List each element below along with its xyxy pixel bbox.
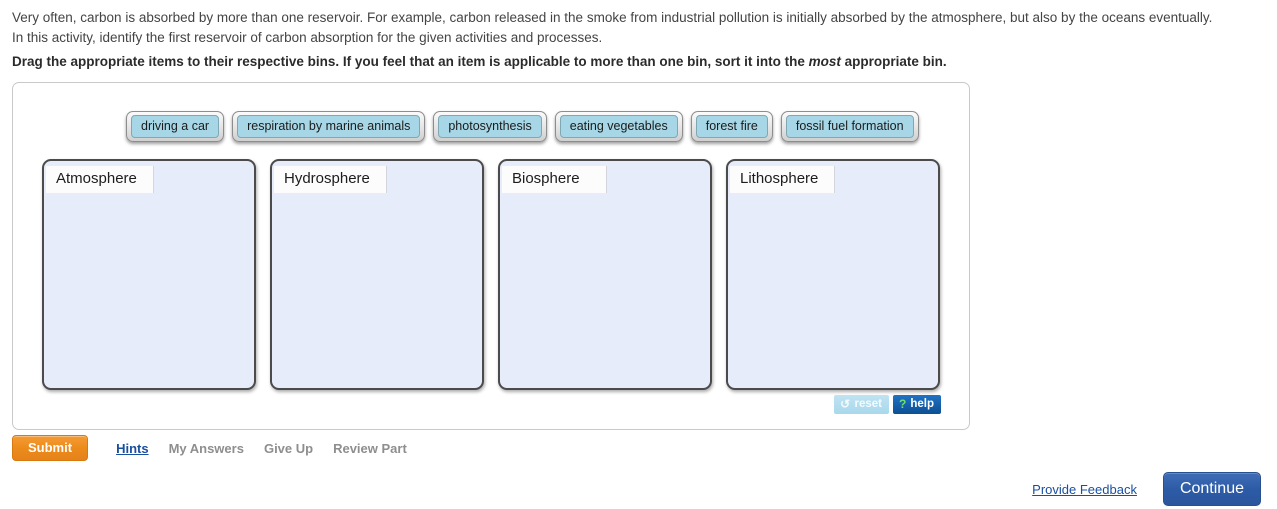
reset-button-label: reset	[854, 398, 883, 410]
draggable-item-label: driving a car	[131, 115, 220, 138]
intro-paragraph: Very often, carbon is absorbed by more t…	[12, 10, 1213, 45]
activity-tools: ↻ reset ? help	[834, 395, 941, 414]
action-bar: Submit Hints My Answers Give Up Review P…	[12, 435, 407, 461]
draggable-item-label: forest fire	[695, 115, 768, 138]
instruction-text-after: appropriate bin.	[840, 54, 947, 69]
help-button[interactable]: ? help	[893, 395, 941, 414]
draggable-items-row: driving a car respiration by marine anim…	[126, 111, 919, 142]
activity-panel: driving a car respiration by marine anim…	[12, 82, 970, 430]
drop-bin-contents[interactable]	[500, 194, 710, 388]
drop-bin-lithosphere[interactable]: Lithosphere	[726, 159, 940, 390]
instruction-text: Drag the appropriate items to their resp…	[12, 53, 1232, 71]
footer-bar: Provide Feedback Continue	[1032, 472, 1261, 506]
draggable-item[interactable]: respiration by marine animals	[232, 111, 426, 142]
drop-bin-biosphere[interactable]: Biosphere	[498, 159, 712, 390]
drop-bin-contents[interactable]	[272, 194, 482, 388]
hints-link[interactable]: Hints	[116, 441, 149, 456]
help-button-label: help	[910, 398, 934, 410]
instruction-emphasis: most	[808, 54, 841, 69]
draggable-item[interactable]: fossil fuel formation	[780, 111, 919, 142]
drop-bin-label: Lithosphere	[730, 166, 836, 193]
draggable-item[interactable]: forest fire	[690, 111, 773, 142]
draggable-item[interactable]: driving a car	[126, 111, 225, 142]
instruction-text-before: Drag the appropriate items to their resp…	[12, 54, 809, 69]
draggable-item-label: fossil fuel formation	[785, 115, 914, 138]
draggable-item[interactable]: photosynthesis	[433, 111, 547, 142]
give-up-link[interactable]: Give Up	[264, 441, 313, 456]
question-mark-icon: ?	[899, 397, 907, 411]
drop-bin-contents[interactable]	[44, 194, 254, 388]
drop-bin-contents[interactable]	[728, 194, 938, 388]
drop-bin-label: Hydrosphere	[274, 166, 387, 193]
review-part-link[interactable]: Review Part	[333, 441, 407, 456]
drop-bin-label: Atmosphere	[46, 166, 154, 193]
draggable-item-label: respiration by marine animals	[237, 115, 421, 138]
drop-bin-hydrosphere[interactable]: Hydrosphere	[270, 159, 484, 390]
submit-button[interactable]: Submit	[12, 435, 89, 461]
continue-button[interactable]: Continue	[1162, 472, 1261, 506]
my-answers-link[interactable]: My Answers	[169, 441, 244, 456]
drop-bin-atmosphere[interactable]: Atmosphere	[42, 159, 256, 390]
drop-bins-row: Atmosphere Hydrosphere Biosphere Lithosp…	[42, 159, 940, 390]
drop-bin-label: Biosphere	[502, 166, 607, 193]
draggable-item[interactable]: eating vegetables	[554, 111, 683, 142]
draggable-item-label: eating vegetables	[559, 115, 678, 138]
circular-arrow-icon: ↻	[840, 397, 851, 411]
provide-feedback-link[interactable]: Provide Feedback	[1032, 482, 1137, 497]
reset-button[interactable]: ↻ reset	[834, 395, 890, 414]
draggable-item-label: photosynthesis	[438, 115, 542, 138]
